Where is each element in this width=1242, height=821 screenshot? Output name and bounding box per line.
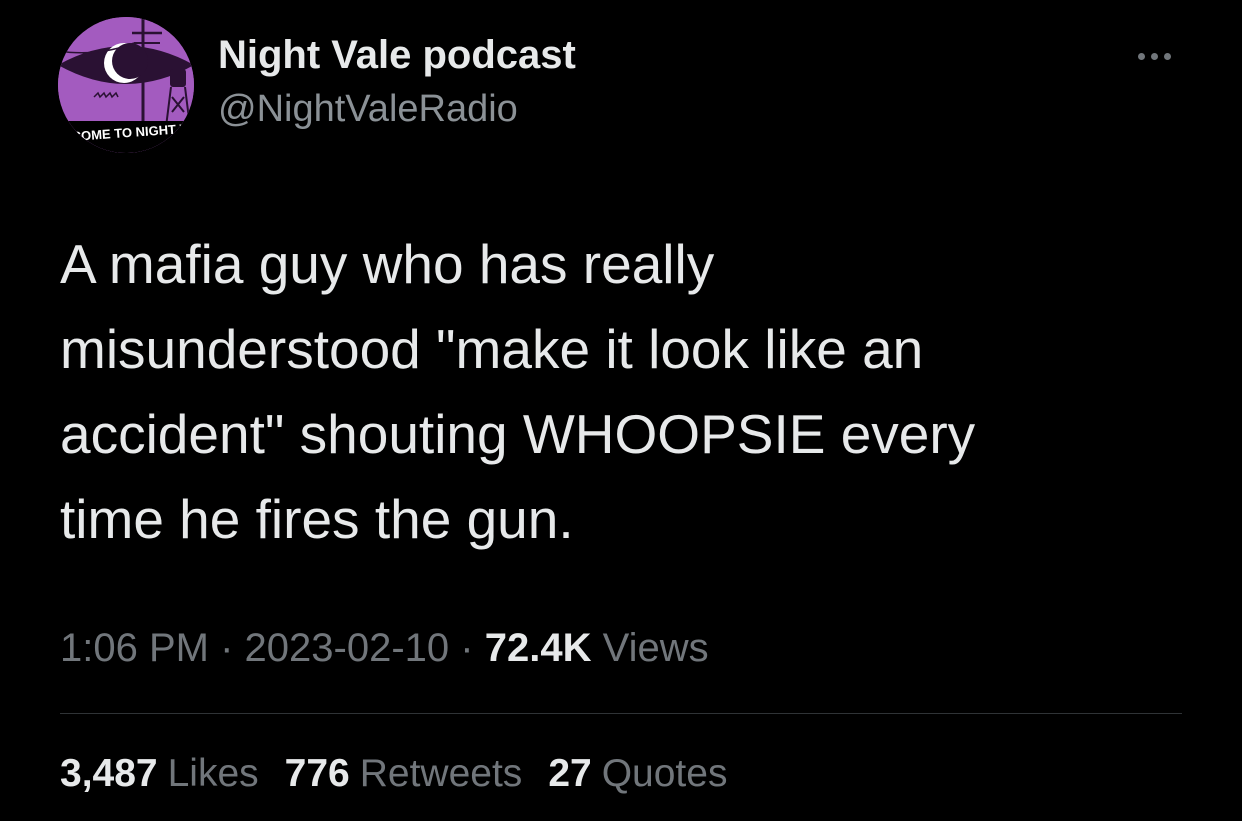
quotes-count: 27 (548, 752, 592, 795)
tweet-text-line: A mafia guy who has really (60, 233, 715, 295)
more-dots-icon (1137, 52, 1145, 60)
retweets-count: 776 (284, 752, 350, 795)
more-dots-icon (1163, 52, 1171, 60)
avatar[interactable]: COME TO NIGHT VALE (58, 17, 194, 153)
tweet-date[interactable]: 2023-02-10 (245, 626, 450, 670)
likes-stat[interactable]: 3,487 Likes (60, 752, 259, 796)
tweet-text-line: accident" shouting WHOOPSIE every (60, 403, 976, 465)
likes-count: 3,487 (60, 752, 158, 795)
separator: · (460, 626, 474, 670)
engagement-stats: 3,487 Likes 776 Retweets 27 Quotes (60, 752, 727, 796)
more-options-button[interactable] (1126, 40, 1182, 72)
night-vale-logo-icon: COME TO NIGHT VALE (58, 17, 194, 153)
author-display-name[interactable]: Night Vale podcast (218, 33, 576, 78)
quotes-stat[interactable]: 27 Quotes (548, 752, 727, 796)
views-label: Views (602, 626, 709, 670)
retweets-stat[interactable]: 776 Retweets (285, 752, 523, 796)
divider (60, 713, 1182, 714)
retweets-label: Retweets (359, 752, 523, 795)
author-handle[interactable]: @NightValeRadio (218, 88, 518, 131)
tweet-text: A mafia guy who has really misunderstood… (60, 222, 1180, 562)
tweet-text-line: misunderstood "make it look like an (60, 318, 924, 380)
quotes-label: Quotes (601, 752, 728, 795)
separator: · (220, 626, 234, 670)
tweet-metadata: 1:06 PM · 2023-02-10 · 72.4K Views (60, 626, 709, 671)
tweet-text-line: time he fires the gun. (60, 488, 574, 550)
views-count: 72.4K (484, 626, 592, 670)
more-dots-icon (1150, 52, 1158, 60)
likes-label: Likes (167, 752, 259, 795)
tweet-time[interactable]: 1:06 PM (60, 626, 209, 670)
